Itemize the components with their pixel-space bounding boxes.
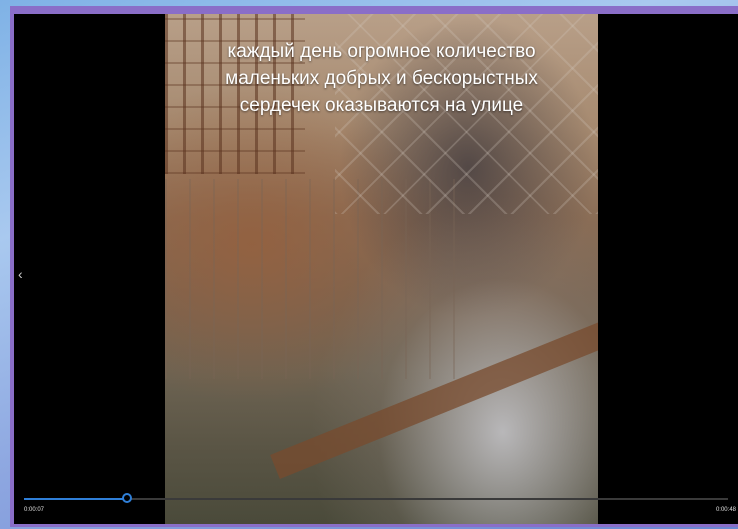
caption-line: каждый день огромное количество: [227, 41, 536, 62]
chevron-left-icon[interactable]: ‹: [18, 266, 23, 282]
current-time: 0:00:07: [24, 507, 45, 513]
progress-fill: [24, 498, 127, 500]
progress-bar[interactable]: [24, 493, 728, 503]
caption-line: сердечек оказываются на улице: [239, 95, 524, 116]
progress-handle[interactable]: [121, 493, 132, 503]
caption-line: маленьких добрых и бескорыстных: [225, 68, 538, 89]
video-player[interactable]: каждый день огромное количество маленьки…: [14, 14, 738, 524]
video-caption: каждый день огромное количество маленьки…: [165, 38, 598, 119]
total-time: 0:00:48: [715, 507, 736, 513]
video-frame[interactable]: каждый день огромное количество маленьки…: [165, 14, 598, 524]
